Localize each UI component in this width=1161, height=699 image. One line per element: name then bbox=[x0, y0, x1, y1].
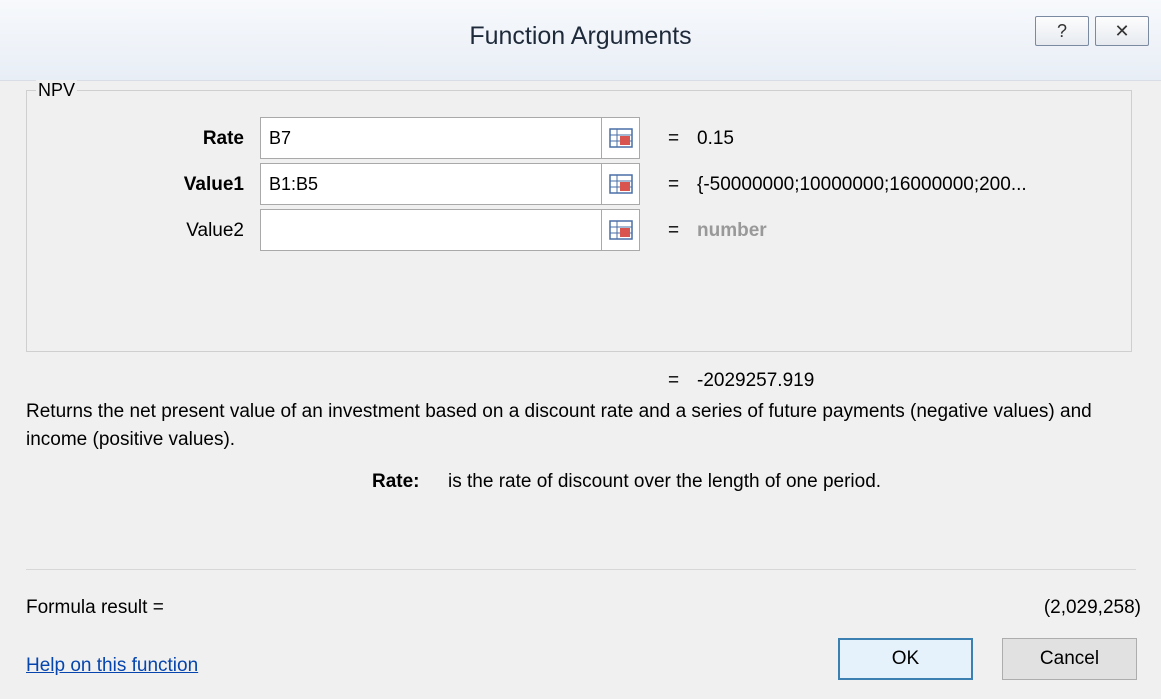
value2-label: Value2 bbox=[186, 220, 244, 241]
help-button[interactable]: ? bbox=[1035, 16, 1089, 46]
rate-evaluated: 0.15 bbox=[697, 128, 734, 149]
value1-equals: = bbox=[668, 174, 680, 195]
value2-equals: = bbox=[668, 220, 680, 241]
range-select-icon bbox=[608, 174, 633, 194]
value1-collapse-button[interactable] bbox=[602, 163, 640, 205]
function-description: Returns the net present value of an inve… bbox=[26, 401, 1092, 450]
value2-input[interactable] bbox=[260, 209, 602, 251]
formula-result-label: Formula result = bbox=[26, 597, 164, 618]
close-button[interactable]: ✕ bbox=[1095, 16, 1149, 46]
value2-evaluated: number bbox=[697, 220, 767, 241]
value1-evaluated: {-50000000;10000000;16000000;200... bbox=[697, 174, 1027, 195]
cancel-button[interactable]: Cancel bbox=[1002, 638, 1137, 680]
value1-label: Value1 bbox=[183, 174, 244, 195]
result-equals: = bbox=[668, 370, 680, 391]
help-link[interactable]: Help on this function bbox=[26, 655, 198, 677]
separator bbox=[26, 569, 1136, 570]
dialog-title: Function Arguments bbox=[469, 22, 692, 50]
formula-result-value: (2,029,258) bbox=[1043, 597, 1141, 618]
close-icon: ✕ bbox=[1114, 20, 1130, 41]
argument-help-text: is the rate of discount over the length … bbox=[448, 471, 882, 492]
result-preview-value: -2029257.919 bbox=[697, 370, 815, 391]
function-name-label: NPV bbox=[36, 80, 78, 101]
argument-help-label: Rate: bbox=[372, 471, 420, 492]
ok-button[interactable]: OK bbox=[838, 638, 973, 680]
rate-input[interactable]: B7 bbox=[260, 117, 602, 159]
question-icon: ? bbox=[1056, 20, 1067, 41]
value1-input[interactable]: B1:B5 bbox=[260, 163, 602, 205]
rate-collapse-button[interactable] bbox=[602, 117, 640, 159]
rate-equals: = bbox=[668, 128, 680, 149]
range-select-icon bbox=[608, 220, 633, 240]
title-bar: Function Arguments ? ✕ bbox=[0, 0, 1161, 81]
range-select-icon bbox=[608, 128, 633, 148]
value2-collapse-button[interactable] bbox=[602, 209, 640, 251]
rate-label: Rate bbox=[202, 128, 244, 149]
